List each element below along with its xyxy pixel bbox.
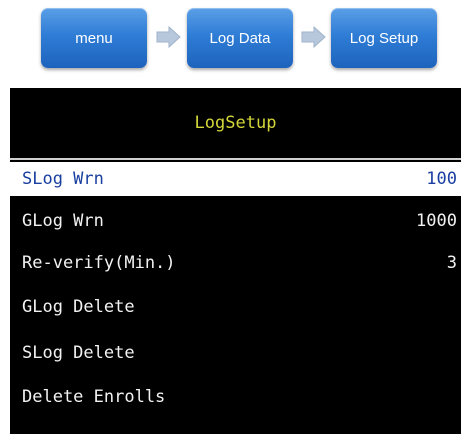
breadcrumb-step-label: menu [75,29,113,47]
breadcrumb-step-log-setup[interactable]: Log Setup [331,8,437,68]
chevron-right-icon [156,25,181,49]
menu-item-value: 100 [426,169,457,189]
menu-item-slog-wrn[interactable]: SLog Wrn 100 [10,162,461,196]
screen-title-bar: LogSetup [10,88,461,158]
menu-item-glog-wrn[interactable]: GLog Wrn 1000 [10,204,461,238]
breadcrumb-step-menu[interactable]: menu [41,8,147,68]
device-screen: LogSetup SLog Wrn 100 GLog Wrn 1000 Re-v… [10,88,461,434]
menu-item-slog-delete[interactable]: SLog Delete [10,336,461,370]
breadcrumb-step-log-data[interactable]: Log Data [187,8,293,68]
menu-item-glog-delete[interactable]: GLog Delete [10,290,461,324]
menu-item-re-verify[interactable]: Re-verify(Min.) 3 [10,246,461,280]
title-divider [10,158,461,160]
menu-item-label: GLog Wrn [22,211,104,231]
menu-item-label: Re-verify(Min.) [22,253,176,273]
breadcrumb-step-label: Log Setup [349,29,419,47]
menu-item-delete-enrolls[interactable]: Delete Enrolls [10,380,461,414]
menu-item-value: 1000 [416,211,457,231]
breadcrumb: menu Log Data Log Setup [0,0,461,78]
breadcrumb-step-label: Log Data [209,29,271,47]
menu-item-value: 3 [446,253,457,273]
screen-title: LogSetup [194,113,277,133]
menu-item-label: Delete Enrolls [22,387,166,407]
menu-item-label: GLog Delete [22,297,135,317]
chevron-right-icon [301,25,326,49]
menu-item-label: SLog Delete [22,343,135,363]
menu-item-label: SLog Wrn [22,169,104,189]
